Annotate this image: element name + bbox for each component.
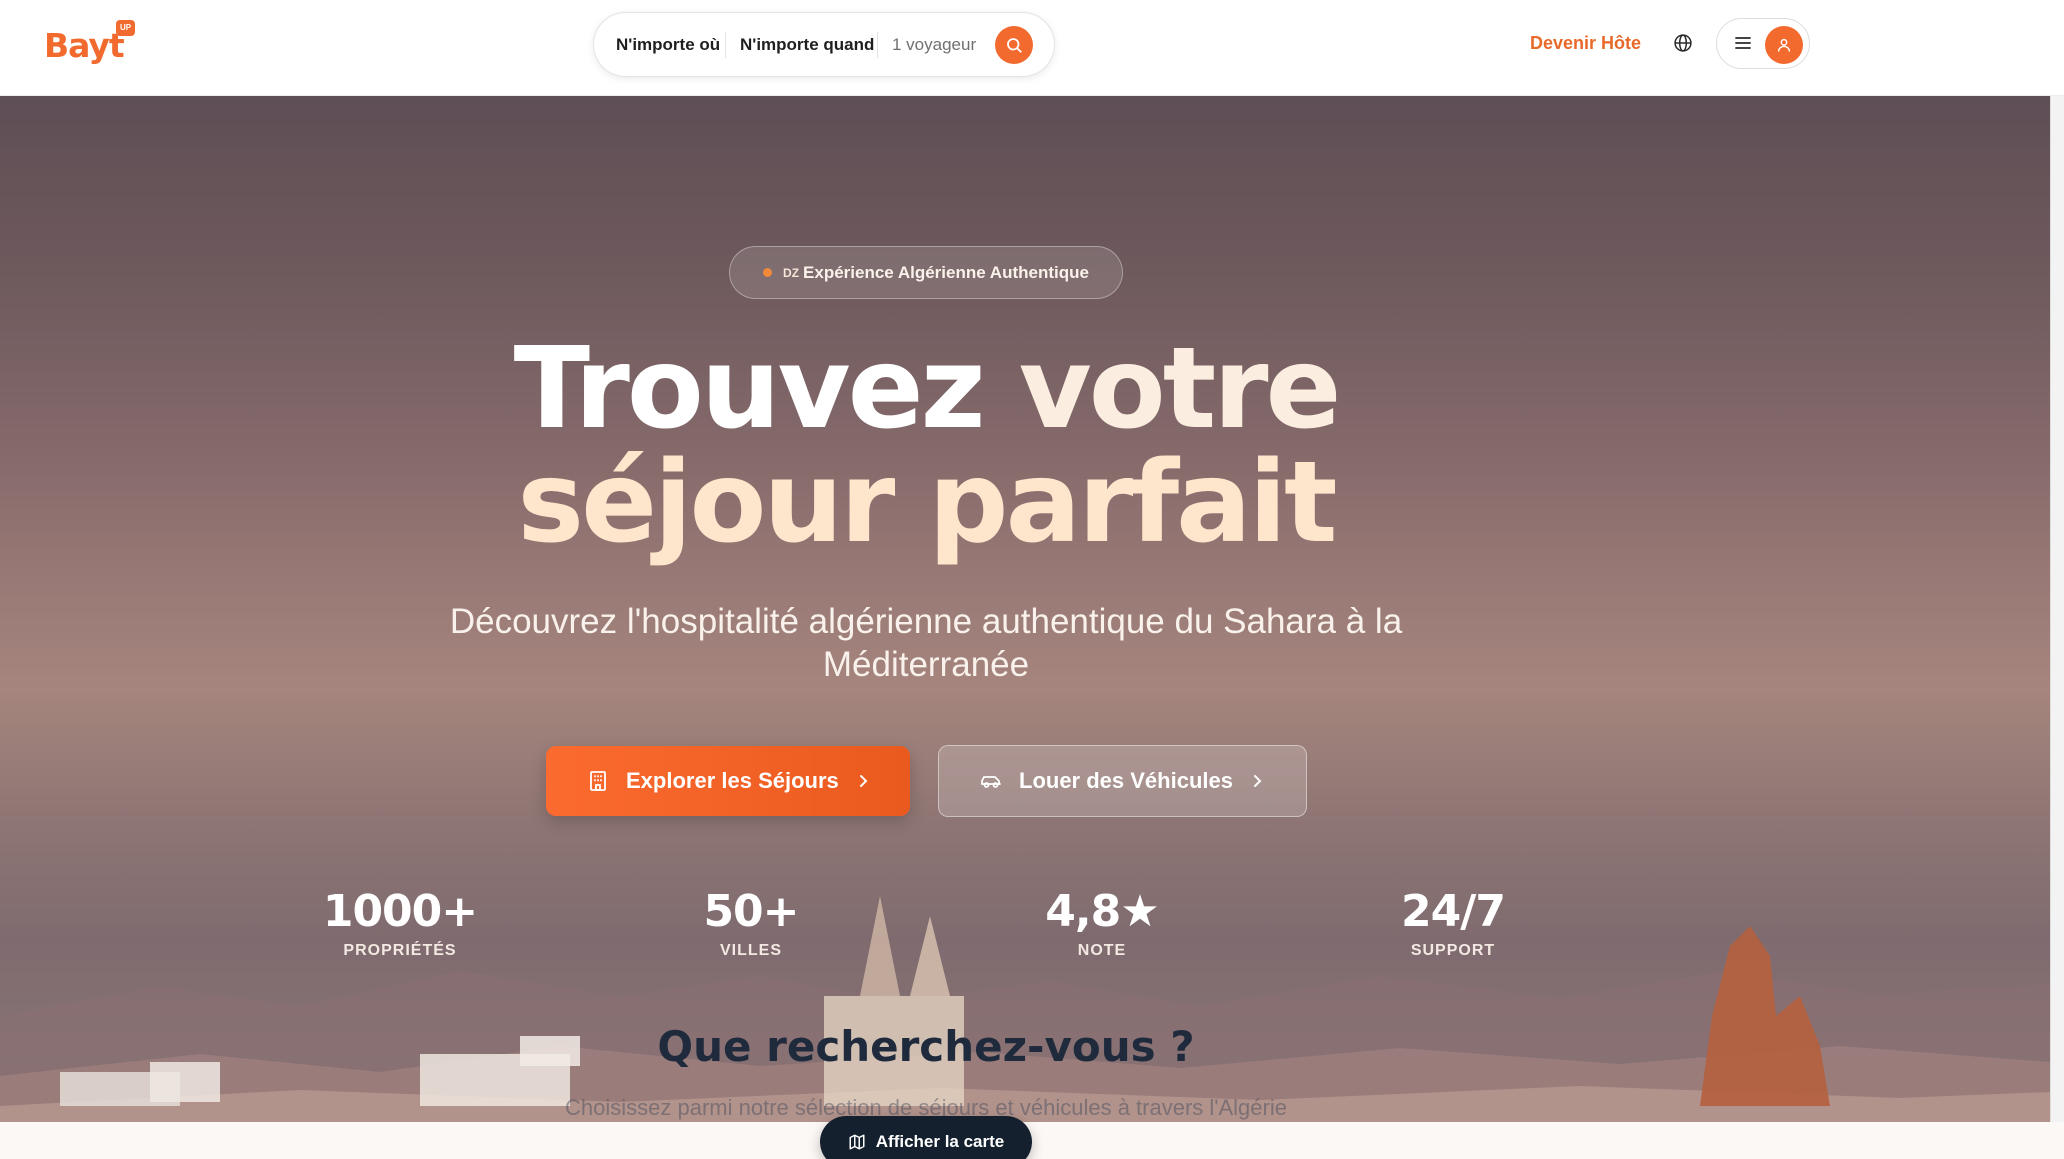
map-icon [849,1134,865,1150]
avatar [1765,26,1803,64]
chevron-right-icon [859,775,868,787]
stat-support: 24/7 SUPPORT [1353,886,1553,960]
brand-logo[interactable]: Bayt UP [44,18,136,70]
brand-name: Bayt [44,26,125,65]
building-icon [590,771,606,791]
chevron-right-icon [1253,775,1262,787]
rent-vehicles-button[interactable]: Louer des Véhicules [938,745,1307,817]
hero-title-line2: séjour parfait [517,438,1337,568]
stat-properties: 1000+ PROPRIÉTÉS [300,886,500,960]
show-map-button[interactable]: Afficher la carte [820,1116,1032,1159]
flag-label: DZ [783,265,800,280]
globe-icon[interactable] [1673,33,1693,53]
user-menu-button[interactable] [1716,18,1810,69]
stat-label: SUPPORT [1410,942,1496,959]
status-dot [763,268,773,277]
search-divider [725,32,726,58]
search-where[interactable]: N'importe où [616,34,720,56]
search-guests[interactable]: 1 voyageur [892,34,976,56]
stat-value: 50+ [703,886,799,937]
hero-title-word2: votre [1018,324,1342,454]
hero-badge: DZ Expérience Algérienne Authentique [729,246,1123,299]
hero-subtitle: Découvrez l'hospitalité algérienne authe… [449,602,1403,684]
hero-title-line1: Trouvez votre [0,328,1852,450]
menu-icon [1735,37,1751,49]
search-bar[interactable]: N'importe où N'importe quand 1 voyageur [593,12,1055,77]
become-host-link[interactable]: Devenir Hôte [1530,32,1641,54]
hero-badge-text: Expérience Algérienne Authentique [803,262,1089,282]
page: Bayt UP N'importe où N'importe quand 1 v… [0,0,2064,1159]
stat-value: 24/7 [1401,886,1506,937]
stat-label: VILLES [719,942,782,959]
rent-vehicles-label: Louer des Véhicules [1019,768,1233,793]
stat-rating: 4,8★ NOTE [1002,886,1202,960]
explore-stays-button[interactable]: Explorer les Séjours [546,746,910,816]
page-scrollbar[interactable] [2050,96,2064,1122]
stat-label: NOTE [1077,942,1127,959]
car-icon [981,776,1001,788]
hero-title-word1: Trouvez [513,324,986,454]
user-icon [1777,38,1791,52]
stat-cities: 50+ VILLES [651,886,851,960]
explore-stays-label: Explorer les Séjours [626,768,839,793]
stat-label: PROPRIÉTÉS [343,942,457,959]
top-navbar: Bayt UP N'importe où N'importe quand 1 v… [0,0,2064,96]
hero-section: DZ Expérience Algérienne Authentique Tro… [0,96,2064,1122]
stat-value: 1000+ [322,886,478,937]
search-icon [1007,38,1022,53]
brand-badge: UP [116,20,135,36]
search-button[interactable] [995,26,1033,64]
section-title: Que recherchez-vous ? [657,1022,1195,1071]
search-divider [877,32,878,58]
show-map-label: Afficher la carte [875,1132,1005,1151]
stat-value: 4,8★ [1045,886,1159,937]
search-when[interactable]: N'importe quand [740,34,874,56]
bottom-strip [0,1122,2064,1159]
